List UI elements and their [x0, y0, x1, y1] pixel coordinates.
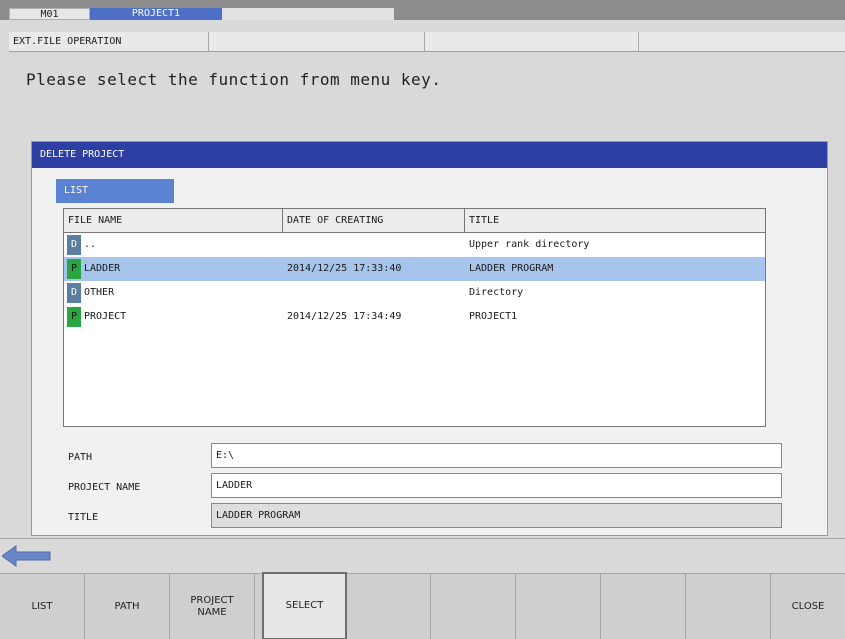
file-title: PROJECT1 — [469, 311, 518, 322]
path-field[interactable]: E:\ — [211, 443, 782, 468]
project-indicator: PROJECT1 — [90, 8, 222, 20]
menu-page-bar — [0, 538, 845, 573]
menu-key-bar: LIST PATH PROJECT NAME SELECT CLOSE — [0, 572, 845, 639]
directory-type-badge: D — [67, 235, 81, 255]
title-segment — [209, 32, 425, 52]
project-type-badge: P — [67, 307, 81, 327]
file-list-table: FILE NAME DATE OF CREATING TITLE D .. Up… — [63, 208, 766, 427]
screen-title-bar: EXT.FILE OPERATION — [9, 32, 845, 52]
table-header: FILE NAME DATE OF CREATING TITLE — [64, 209, 765, 233]
menu-key-select[interactable]: SELECT — [262, 572, 347, 639]
column-date-of-creating: DATE OF CREATING — [283, 209, 465, 232]
project-name-label: PROJECT NAME — [68, 482, 141, 493]
file-name: .. — [84, 239, 97, 250]
file-title: Upper rank directory — [469, 239, 590, 250]
dialog-title: DELETE PROJECT — [32, 142, 827, 168]
menu-key-empty[interactable] — [686, 574, 771, 639]
date-created: 2014/12/25 17:34:49 — [287, 311, 402, 322]
title-segment — [639, 32, 845, 52]
title-field: LADDER PROGRAM — [211, 503, 782, 528]
tab-list[interactable]: LIST — [56, 179, 174, 203]
file-title: Directory — [469, 287, 524, 298]
menu-key-path[interactable]: PATH — [85, 574, 170, 639]
table-row[interactable]: D OTHER Directory — [64, 281, 765, 305]
status-blank — [222, 8, 394, 20]
path-label: PATH — [68, 452, 93, 463]
project-type-badge: P — [67, 259, 81, 279]
file-name: PROJECT — [84, 311, 127, 322]
mode-indicator: M01 — [9, 8, 90, 20]
file-name: LADDER — [84, 263, 121, 274]
status-bar: M01 PROJECT1 — [0, 0, 845, 20]
table-row[interactable]: P PROJECT 2014/12/25 17:34:49 PROJECT1 — [64, 305, 765, 329]
menu-key-empty[interactable] — [346, 574, 431, 639]
column-title: TITLE — [469, 215, 500, 226]
menu-key-project-name[interactable]: PROJECT NAME — [170, 574, 255, 639]
table-row[interactable]: D .. Upper rank directory — [64, 233, 765, 257]
file-title: LADDER PROGRAM — [469, 263, 554, 274]
menu-key-empty[interactable] — [601, 574, 686, 639]
file-name: OTHER — [84, 287, 115, 298]
screen-title: EXT.FILE OPERATION — [9, 32, 209, 52]
delete-project-dialog: DELETE PROJECT LIST FILE NAME DATE OF CR… — [31, 141, 828, 536]
menu-key-close[interactable]: CLOSE — [771, 574, 845, 639]
title-segment — [425, 32, 639, 52]
left-arrow-icon[interactable] — [2, 544, 52, 568]
directory-type-badge: D — [67, 283, 81, 303]
project-name-field[interactable]: LADDER — [211, 473, 782, 498]
column-file-name: FILE NAME — [64, 209, 283, 232]
menu-key-list[interactable]: LIST — [0, 574, 85, 639]
table-row-selected[interactable]: P LADDER 2014/12/25 17:33:40 LADDER PROG… — [64, 257, 765, 281]
menu-key-empty[interactable] — [516, 574, 601, 639]
date-created: 2014/12/25 17:33:40 — [287, 263, 402, 274]
menu-key-empty[interactable] — [431, 574, 516, 639]
guidance-message: Please select the function from menu key… — [26, 70, 442, 89]
title-label: TITLE — [68, 512, 99, 523]
